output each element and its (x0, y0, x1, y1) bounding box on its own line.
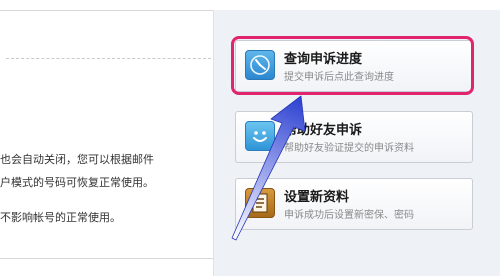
info-text-line: 也会自动关闭，您可以根据邮件 (0, 153, 154, 166)
option-subtitle: 申诉成功后设置新密保、密码 (284, 210, 414, 221)
option-title: 设置新资料 (284, 190, 350, 205)
set-new-info-button[interactable]: 设置新资料 申诉成功后设置新密保、密码 (235, 178, 473, 230)
smile-icon (245, 121, 275, 151)
option-subtitle: 提交申诉后点此查询进度 (284, 72, 394, 83)
panel-top-border (0, 10, 213, 11)
dashed-divider (6, 58, 211, 59)
help-friend-appeal-button[interactable]: 帮助好友申诉 帮助好友验证提交的申诉资料 (235, 111, 473, 163)
page: 也会自动关闭，您可以根据邮件 户模式的号码可恢复正常使用。 不影响帐号的正常使用… (0, 0, 500, 276)
option-subtitle: 帮助好友验证提交的申诉资料 (284, 143, 414, 154)
form-icon (245, 188, 275, 218)
option-title: 查询申诉进度 (284, 52, 363, 67)
bottom-divider (0, 258, 213, 259)
info-text-line: 户模式的号码可恢复正常使用。 (0, 176, 154, 189)
info-panel: 也会自动关闭，您可以根据邮件 户模式的号码可恢复正常使用。 不影响帐号的正常使用… (0, 0, 213, 276)
option-title: 帮助好友申诉 (284, 123, 363, 138)
clock-icon (245, 50, 275, 80)
query-appeal-progress-button[interactable]: 查询申诉进度 提交申诉后点此查询进度 (235, 40, 473, 92)
info-text-line: 不影响帐号的正常使用。 (0, 211, 121, 224)
